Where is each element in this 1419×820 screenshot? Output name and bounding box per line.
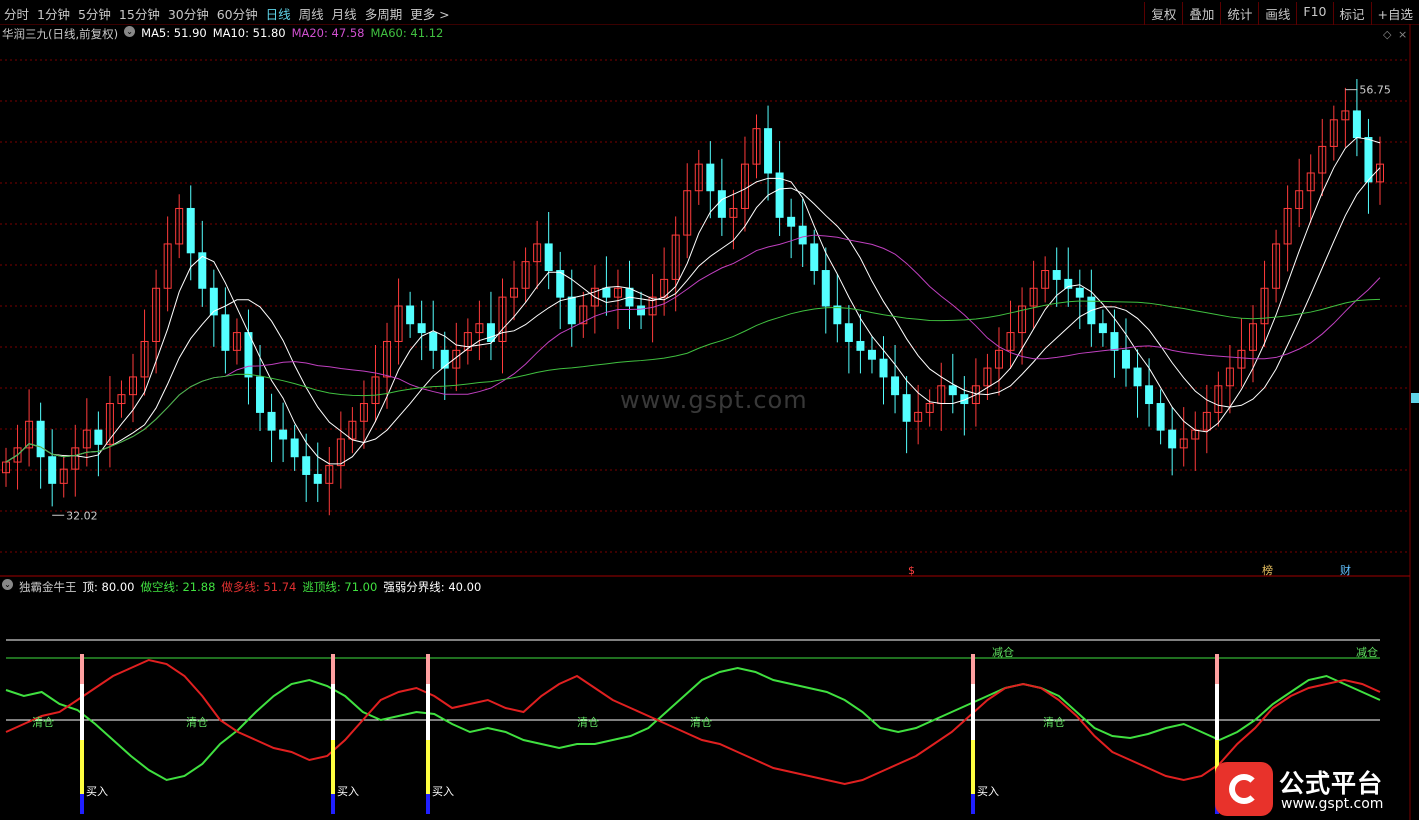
- signal-bar-blue: [80, 794, 84, 814]
- gspt-logo-icon: [1215, 762, 1273, 816]
- signal-bar-white: [331, 684, 335, 740]
- logo-name: 公式平台: [1279, 769, 1384, 798]
- event-mark-rank: 榜: [1262, 563, 1273, 577]
- diamond-icon: ◇: [1383, 28, 1392, 41]
- candle-body: [764, 128, 773, 174]
- event-mark-finance: 财: [1340, 563, 1351, 577]
- reduce-position-label: 减仓: [1356, 645, 1378, 659]
- close-icon: ×: [1398, 28, 1407, 41]
- signal-bar-pink: [971, 654, 975, 684]
- buy-signal-label: 买入: [337, 785, 359, 798]
- candle-body: [48, 456, 57, 484]
- clear-position-label: 清仓: [690, 715, 712, 729]
- candle-body: [637, 305, 646, 316]
- candle-body: [567, 296, 576, 325]
- candle-body: [879, 358, 888, 378]
- candle-body: [544, 243, 553, 272]
- logo-url: www.gspt.com: [1281, 796, 1384, 812]
- signal-bar-white: [426, 684, 430, 740]
- candle-body: [556, 270, 565, 298]
- candle-body: [279, 429, 288, 440]
- min-price-label: 32.02: [66, 509, 98, 522]
- signal-bar-white: [971, 684, 975, 740]
- candle-body: [844, 323, 853, 342]
- candle-body: [717, 190, 726, 218]
- candle-body: [856, 340, 865, 351]
- clear-position-label: 清仓: [1043, 715, 1065, 729]
- buy-signal-label: 买入: [977, 785, 999, 798]
- candle-body: [406, 305, 415, 325]
- candle-body: [706, 163, 715, 192]
- clear-position-label: 清仓: [186, 715, 208, 729]
- candle-body: [948, 385, 957, 396]
- candle-body: [313, 473, 322, 484]
- candle-body: [1156, 403, 1165, 431]
- candle-body: [302, 456, 311, 475]
- price-cursor-marker: [1411, 393, 1419, 403]
- reduce-position-label: 减仓: [992, 645, 1014, 659]
- signal-bar-yellow: [971, 766, 975, 794]
- clear-position-label: 清仓: [32, 715, 54, 729]
- candle-body: [1110, 332, 1119, 351]
- candle-body: [891, 376, 900, 396]
- candle-body: [787, 216, 796, 227]
- signal-bar-pink: [80, 654, 84, 684]
- candle-body: [1075, 287, 1084, 298]
- max-price-label: 56.75: [1359, 84, 1391, 97]
- watermark-text: www.gspt.com: [620, 386, 808, 414]
- signal-bar-blue: [426, 794, 430, 814]
- gspt-logo: 公式平台 www.gspt.com: [1213, 762, 1413, 816]
- signal-bar-yellow: [331, 766, 335, 794]
- candle-body: [94, 429, 103, 445]
- candle-body: [1133, 367, 1142, 387]
- clear-position-label: 清仓: [577, 715, 599, 729]
- buy-signal-label: 买入: [432, 785, 454, 798]
- candle-body: [429, 332, 438, 351]
- signal-bar-yellow: [80, 740, 84, 766]
- candle-body: [1052, 270, 1061, 280]
- candle-body: [833, 305, 842, 325]
- candle-body: [486, 323, 495, 342]
- candle-body: [1364, 137, 1373, 183]
- candle-body: [902, 394, 911, 422]
- candle-body: [267, 411, 276, 431]
- event-mark-dollar: $: [908, 564, 915, 577]
- signal-bar-yellow: [426, 740, 430, 766]
- buy-signal-label: 买入: [86, 785, 108, 798]
- candle-body: [244, 332, 253, 378]
- signal-bar-yellow: [426, 766, 430, 794]
- signal-bar-yellow: [971, 740, 975, 766]
- candle-body: [1352, 110, 1361, 139]
- candle-body: [221, 314, 230, 351]
- signal-bar-blue: [331, 794, 335, 814]
- candle-body: [1121, 349, 1130, 369]
- candle-body: [36, 420, 45, 458]
- signal-bar-pink: [331, 654, 335, 684]
- candle-body: [417, 323, 426, 334]
- signal-bar-white: [80, 684, 84, 740]
- signal-bar-blue: [971, 794, 975, 814]
- candle-body: [867, 349, 876, 360]
- candle-body: [602, 287, 611, 298]
- candle-body: [821, 270, 830, 307]
- candle-body: [256, 376, 265, 413]
- ma20-line: [5, 234, 1381, 463]
- candle-body: [810, 243, 819, 272]
- candle-body: [290, 438, 299, 458]
- candle-body: [1098, 323, 1107, 334]
- signal-bar-yellow: [80, 766, 84, 794]
- candle-body: [1145, 385, 1154, 405]
- signal-bar-white: [1215, 684, 1219, 740]
- candle-body: [1168, 429, 1177, 449]
- signal-bar-pink: [1215, 654, 1219, 684]
- signal-bar-yellow: [331, 740, 335, 766]
- candle-body: [440, 349, 449, 369]
- candle-body: [186, 207, 195, 254]
- candle-body: [798, 225, 807, 245]
- candle-body: [775, 172, 784, 218]
- signal-bar-pink: [426, 654, 430, 684]
